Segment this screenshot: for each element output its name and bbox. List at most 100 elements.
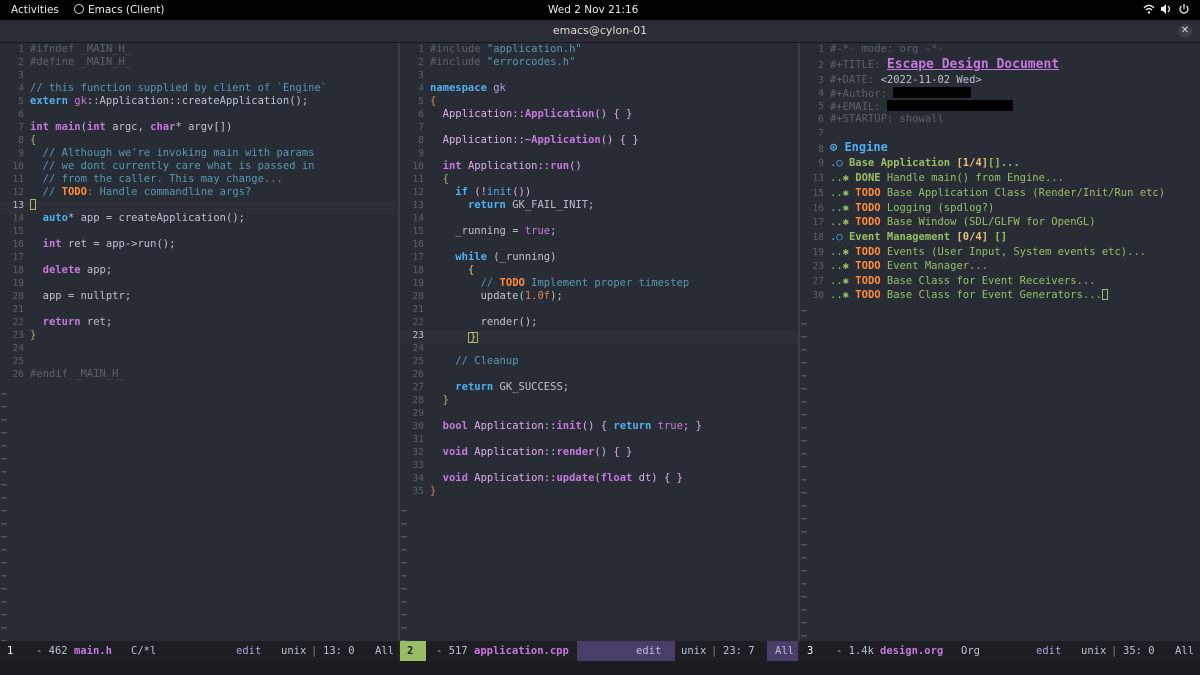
power-icon[interactable] xyxy=(1178,0,1190,20)
line-number: 5 xyxy=(418,96,424,107)
encoding[interactable]: unix xyxy=(281,641,306,661)
close-window-button[interactable]: ✕ xyxy=(1178,24,1192,38)
wifi-icon[interactable] xyxy=(1143,0,1155,20)
window-number-badge[interactable]: 2 xyxy=(407,641,413,661)
code-line: while (_running) xyxy=(455,251,557,263)
buffer-name[interactable]: application.cpp xyxy=(474,641,569,661)
org-heading-2[interactable]: .○ Event Management [0/4] [] xyxy=(830,231,1007,244)
org-todo-item[interactable]: ..✱ TODO Base Window (SDL/GLFW for OpenG… xyxy=(830,216,1096,229)
code-line: #include "errorcodes.h" xyxy=(430,56,576,68)
editor-pane-application-cpp[interactable]: 1 2 3 4 5 6 7 8 9 10 11 12 13 14 15 16 17 18 19 20 21 22 23 24 2… xyxy=(400,43,798,641)
line-number: 19 xyxy=(812,247,824,258)
clock[interactable]: Wed 2 Nov 21:16 xyxy=(548,0,638,20)
empty-line-tilde: ~ xyxy=(1,467,8,478)
org-line: #-*- mode: org -*- xyxy=(830,43,944,55)
org-todo-item[interactable]: ..✱ TODO Event Manager... xyxy=(830,260,988,273)
buffer-size: - 462 xyxy=(36,645,68,657)
cursor-position: 13: 0 xyxy=(323,645,355,657)
code-line: namespace gk xyxy=(430,82,506,94)
code-line: // from the caller. This may change... xyxy=(42,173,283,185)
text-cursor xyxy=(30,199,36,210)
window-number-badge[interactable]: 3 xyxy=(807,641,813,661)
buffer-name[interactable]: main.h xyxy=(74,641,112,661)
line-number: 10 xyxy=(412,161,424,172)
modeline-application-cpp[interactable]: 2 - 517 application.cpp edit unix | 23: … xyxy=(400,641,798,661)
scroll-indicator: All xyxy=(1175,645,1194,657)
org-todo-item[interactable]: ..✱ TODO Base Class for Event Receivers.… xyxy=(830,275,1096,288)
org-todo-item[interactable]: ..✱ DONE Handle main() from Engine... xyxy=(830,172,1064,185)
code-line: #endif _MAIN_H_ xyxy=(30,368,125,380)
empty-line-tilde: ~ xyxy=(1,428,8,439)
empty-line-tilde: ~ xyxy=(801,449,808,460)
org-todo-item[interactable]: ..✱ TODO Base Class for Event Generators… xyxy=(830,289,1108,302)
org-todo-item[interactable]: ..✱ TODO Events (User Input, System even… xyxy=(830,246,1146,259)
encoding[interactable]: unix xyxy=(1081,641,1106,661)
code-line: int Application::run() xyxy=(442,160,582,172)
empty-line-tilde: ~ xyxy=(1,402,8,413)
line-number: 15 xyxy=(12,226,24,237)
code-line: // we dont currently care what is passed… xyxy=(42,160,315,172)
app-menu-label: Emacs (Client) xyxy=(88,4,165,16)
code-line: // Although we're invoking main with par… xyxy=(42,147,315,159)
volume-icon[interactable] xyxy=(1160,0,1172,20)
empty-line-tilde: ~ xyxy=(801,488,808,499)
line-number: 34 xyxy=(412,473,424,484)
empty-line-tilde: ~ xyxy=(401,545,408,556)
line-number: 2 xyxy=(18,57,24,68)
empty-line-tilde: ~ xyxy=(801,527,808,538)
empty-line-tilde: ~ xyxy=(1,415,8,426)
code-line: return GK_FAIL_INIT; xyxy=(467,199,595,211)
edit-state: edit xyxy=(236,645,262,657)
line-number: 13 xyxy=(12,200,24,211)
top-bar: Activities Emacs (Client) Wed 2 Nov 21:1… xyxy=(0,0,1200,20)
buffer-size: - 517 xyxy=(436,645,468,657)
line-number: 12 xyxy=(412,187,424,198)
empty-line-tilde: ~ xyxy=(1,441,8,452)
empty-line-tilde: ~ xyxy=(801,618,808,629)
line-number: 16 xyxy=(412,239,424,250)
org-todo-item[interactable]: ..✱ TODO Logging (spdlog?) xyxy=(830,202,994,215)
line-number: 6 xyxy=(18,109,24,120)
empty-line-tilde: ~ xyxy=(1,623,8,634)
line-number: 16 xyxy=(12,239,24,250)
code-line: return GK_SUCCESS; xyxy=(455,381,570,393)
code-line: // this function supplied by client of `… xyxy=(30,82,328,94)
minibuffer[interactable] xyxy=(0,661,1200,675)
line-number: 19 xyxy=(412,278,424,289)
line-number: 7 xyxy=(18,122,24,133)
modeline-design-org[interactable]: 3 - 1.4k design.org Org edit unix | 35: … xyxy=(800,641,1200,661)
activities-button[interactable]: Activities xyxy=(11,0,59,20)
org-todo-item[interactable]: ..✱ TODO Base Application Class (Render/… xyxy=(830,187,1165,200)
line-number: 14 xyxy=(412,213,424,224)
line-number: 23 xyxy=(412,330,424,341)
editor-pane-main-h[interactable]: 1 2 3 4 5 6 7 8 9 10 11 12 13 14 15 16 17 18 19 20 21 22 23 24 2… xyxy=(0,43,398,641)
line-number: 8 xyxy=(818,144,824,155)
editor-pane-design-org[interactable]: 1 2 3 4 5 6 7 8 9 13 15 16 17 18 19 23 27 30 #-*- mode: o… xyxy=(800,43,1200,641)
empty-line-tilde: ~ xyxy=(1,389,8,400)
code-line: // TODO: Handle commandline args? xyxy=(42,186,252,198)
major-mode[interactable]: Org xyxy=(961,641,980,661)
line-number: 35 xyxy=(412,486,424,497)
line-number: 1 xyxy=(418,44,424,55)
line-number: 3 xyxy=(418,70,424,81)
major-mode[interactable]: C/*l xyxy=(131,641,156,661)
line-number: 17 xyxy=(412,252,424,263)
modeline-main-h[interactable]: 1 - 462 main.h C/*l edit unix | 13: 0 Al… xyxy=(0,641,398,661)
code-line: void Application::update(float dt) { } xyxy=(442,472,683,484)
window-number-badge[interactable]: 1 xyxy=(7,641,13,661)
line-number: 3 xyxy=(818,75,824,86)
line-number: 4 xyxy=(418,83,424,94)
buffer-name[interactable]: design.org xyxy=(880,641,943,661)
org-heading-2[interactable]: .○ Base Application [1/4][]... xyxy=(830,157,1020,170)
line-number: 5 xyxy=(18,96,24,107)
redacted-author xyxy=(893,87,972,98)
code-line: return ret; xyxy=(42,316,113,328)
code-line: { xyxy=(442,173,449,185)
encoding[interactable]: unix xyxy=(681,641,706,661)
app-menu[interactable]: Emacs (Client) xyxy=(74,0,164,20)
line-number: 30 xyxy=(812,290,824,301)
empty-line-tilde: ~ xyxy=(401,506,408,517)
code-line: { xyxy=(30,134,37,146)
org-heading-1[interactable]: ⊙ Engine xyxy=(830,140,888,155)
window-title: emacs@cylon-01 xyxy=(552,24,648,37)
